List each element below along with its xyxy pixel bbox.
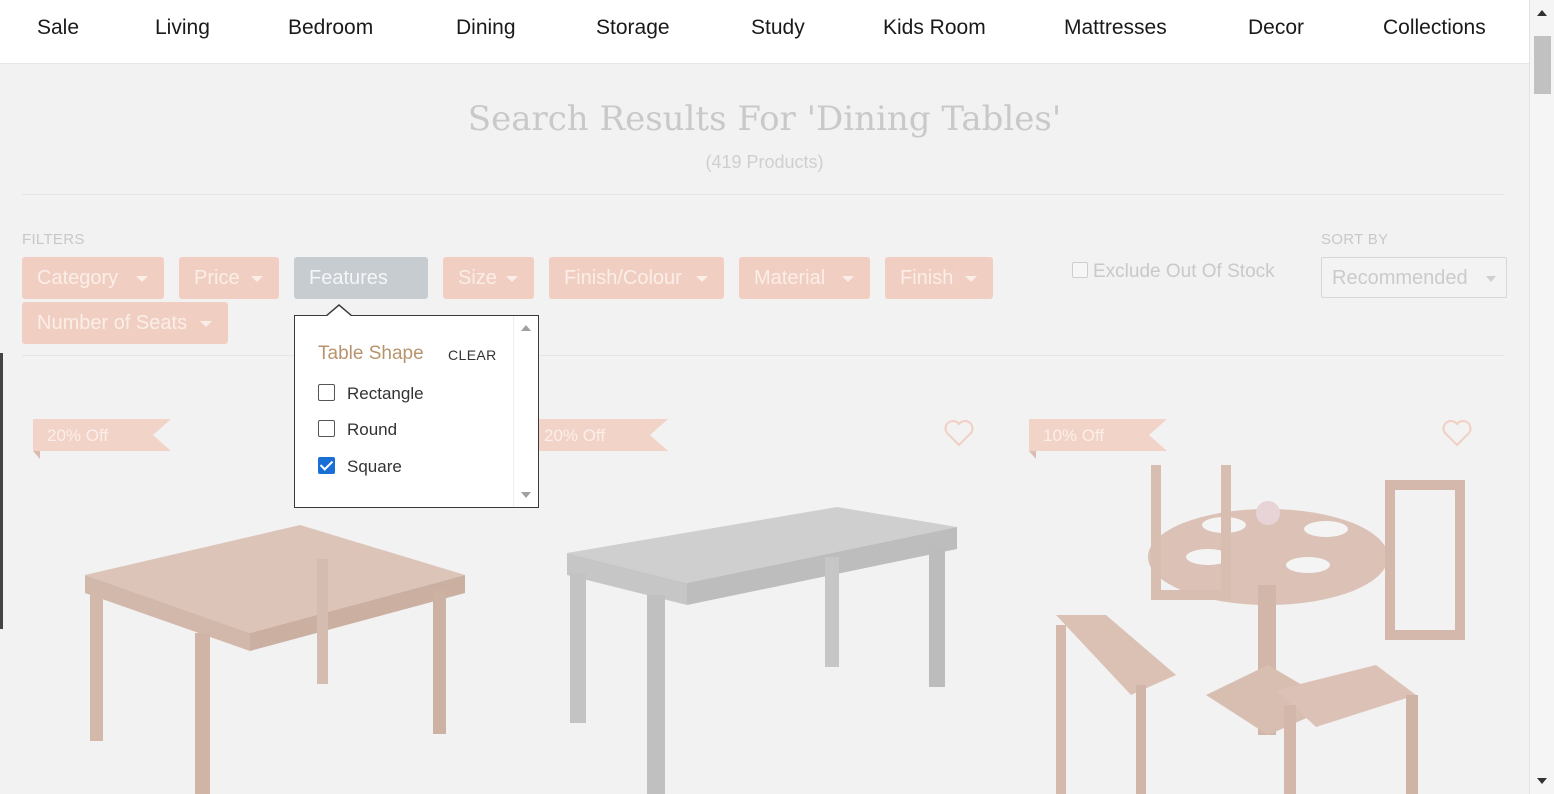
filter-chip-size[interactable]: Size (443, 257, 534, 299)
exclude-out-of-stock-label: Exclude Out Of Stock (1093, 261, 1275, 282)
page-scrollbar[interactable] (1529, 0, 1554, 794)
caret-down-icon (1486, 276, 1496, 282)
discount-badge: 20% Off (33, 419, 171, 459)
filter-chip-label: Number of Seats (37, 312, 188, 334)
filter-chip-finish-colour[interactable]: Finish/Colour (549, 257, 724, 299)
product-card[interactable]: 10% Off (1029, 405, 1506, 794)
scroll-thumb[interactable] (1534, 36, 1551, 94)
caret-down-icon (200, 321, 212, 327)
divider (22, 355, 1504, 356)
popup-scrollbar[interactable] (513, 316, 538, 507)
divider (22, 194, 1504, 195)
nav-item-living[interactable]: Living (155, 16, 210, 40)
caret-down-icon (842, 276, 854, 282)
main-content: Search Results For 'Dining Tables' (419 … (0, 65, 1529, 794)
filter-chip-label: Finish (900, 267, 954, 289)
filter-group-title: Table Shape (318, 343, 424, 364)
filter-chip-label: Features (309, 267, 388, 289)
results-count: (419 Products) (705, 152, 824, 172)
scroll-down-icon[interactable] (1537, 778, 1547, 784)
nav-item-sale[interactable]: Sale (37, 16, 79, 40)
option-label: Rectangle (347, 384, 424, 403)
scroll-up-icon[interactable] (1537, 10, 1547, 16)
top-nav: Sale Living Bedroom Dining Storage Study… (0, 0, 1529, 64)
product-image[interactable] (1036, 465, 1506, 794)
nav-item-study[interactable]: Study (751, 16, 805, 40)
scroll-up-icon[interactable] (521, 325, 531, 331)
scroll-down-icon[interactable] (521, 492, 531, 498)
caret-down-icon (251, 276, 263, 282)
product-card[interactable]: 20% Off (530, 405, 1007, 794)
option-round[interactable]: Round (318, 420, 397, 442)
wishlist-heart-icon[interactable] (1442, 419, 1472, 447)
sort-select[interactable]: Recommended (1321, 257, 1507, 298)
filter-chip-label: Finish/Colour (564, 267, 682, 289)
option-square[interactable]: Square (318, 457, 402, 479)
product-image[interactable] (537, 465, 1007, 794)
option-rectangle[interactable]: Rectangle (318, 384, 424, 406)
option-label: Round (347, 420, 398, 439)
product-image[interactable] (40, 465, 510, 794)
filters-label: FILTERS (22, 231, 85, 248)
wishlist-heart-icon[interactable] (944, 419, 974, 447)
nav-item-storage[interactable]: Storage (596, 16, 670, 40)
filter-chip-label: Material (754, 267, 826, 289)
filter-chip-finish[interactable]: Finish (885, 257, 993, 299)
filter-chip-label: Size (458, 267, 497, 289)
filter-chip-label: Price (194, 267, 240, 289)
page-title: Search Results For 'Dining Tables' (467, 99, 1062, 139)
filter-chip-features[interactable]: Features (294, 257, 428, 299)
filter-chip-number-of-seats[interactable]: Number of Seats (22, 302, 228, 344)
option-label: Square (347, 457, 402, 476)
exclude-out-of-stock-toggle[interactable]: Exclude Out Of Stock (1072, 261, 1275, 283)
features-dropdown: Table Shape CLEAR Rectangle Round Square (294, 304, 539, 508)
caret-down-icon (136, 276, 148, 282)
nav-item-collections[interactable]: Collections (1383, 16, 1486, 40)
nav-item-mattresses[interactable]: Mattresses (1064, 16, 1167, 40)
nav-item-kids-room[interactable]: Kids Room (883, 16, 986, 40)
caret-down-icon (965, 276, 977, 282)
discount-badge: 10% Off (1029, 419, 1167, 459)
caret-down-icon (506, 276, 518, 282)
sort-label: SORT BY (1321, 231, 1389, 248)
popup-pointer-inner (326, 306, 352, 317)
filter-chip-category[interactable]: Category (22, 257, 164, 299)
checkbox-checked[interactable] (318, 457, 335, 474)
filter-chip-price[interactable]: Price (179, 257, 279, 299)
sort-selected-value: Recommended (1332, 267, 1468, 289)
checkbox[interactable] (318, 384, 335, 401)
checkbox[interactable] (318, 420, 335, 437)
nav-item-bedroom[interactable]: Bedroom (288, 16, 373, 40)
clear-button[interactable]: CLEAR (448, 347, 497, 363)
discount-badge: 20% Off (530, 419, 668, 459)
exclude-out-of-stock-checkbox[interactable] (1072, 262, 1088, 278)
nav-item-decor[interactable]: Decor (1248, 16, 1304, 40)
caret-down-icon (696, 276, 708, 282)
filter-chip-material[interactable]: Material (739, 257, 870, 299)
nav-item-dining[interactable]: Dining (456, 16, 516, 40)
filter-chip-label: Category (37, 267, 119, 289)
